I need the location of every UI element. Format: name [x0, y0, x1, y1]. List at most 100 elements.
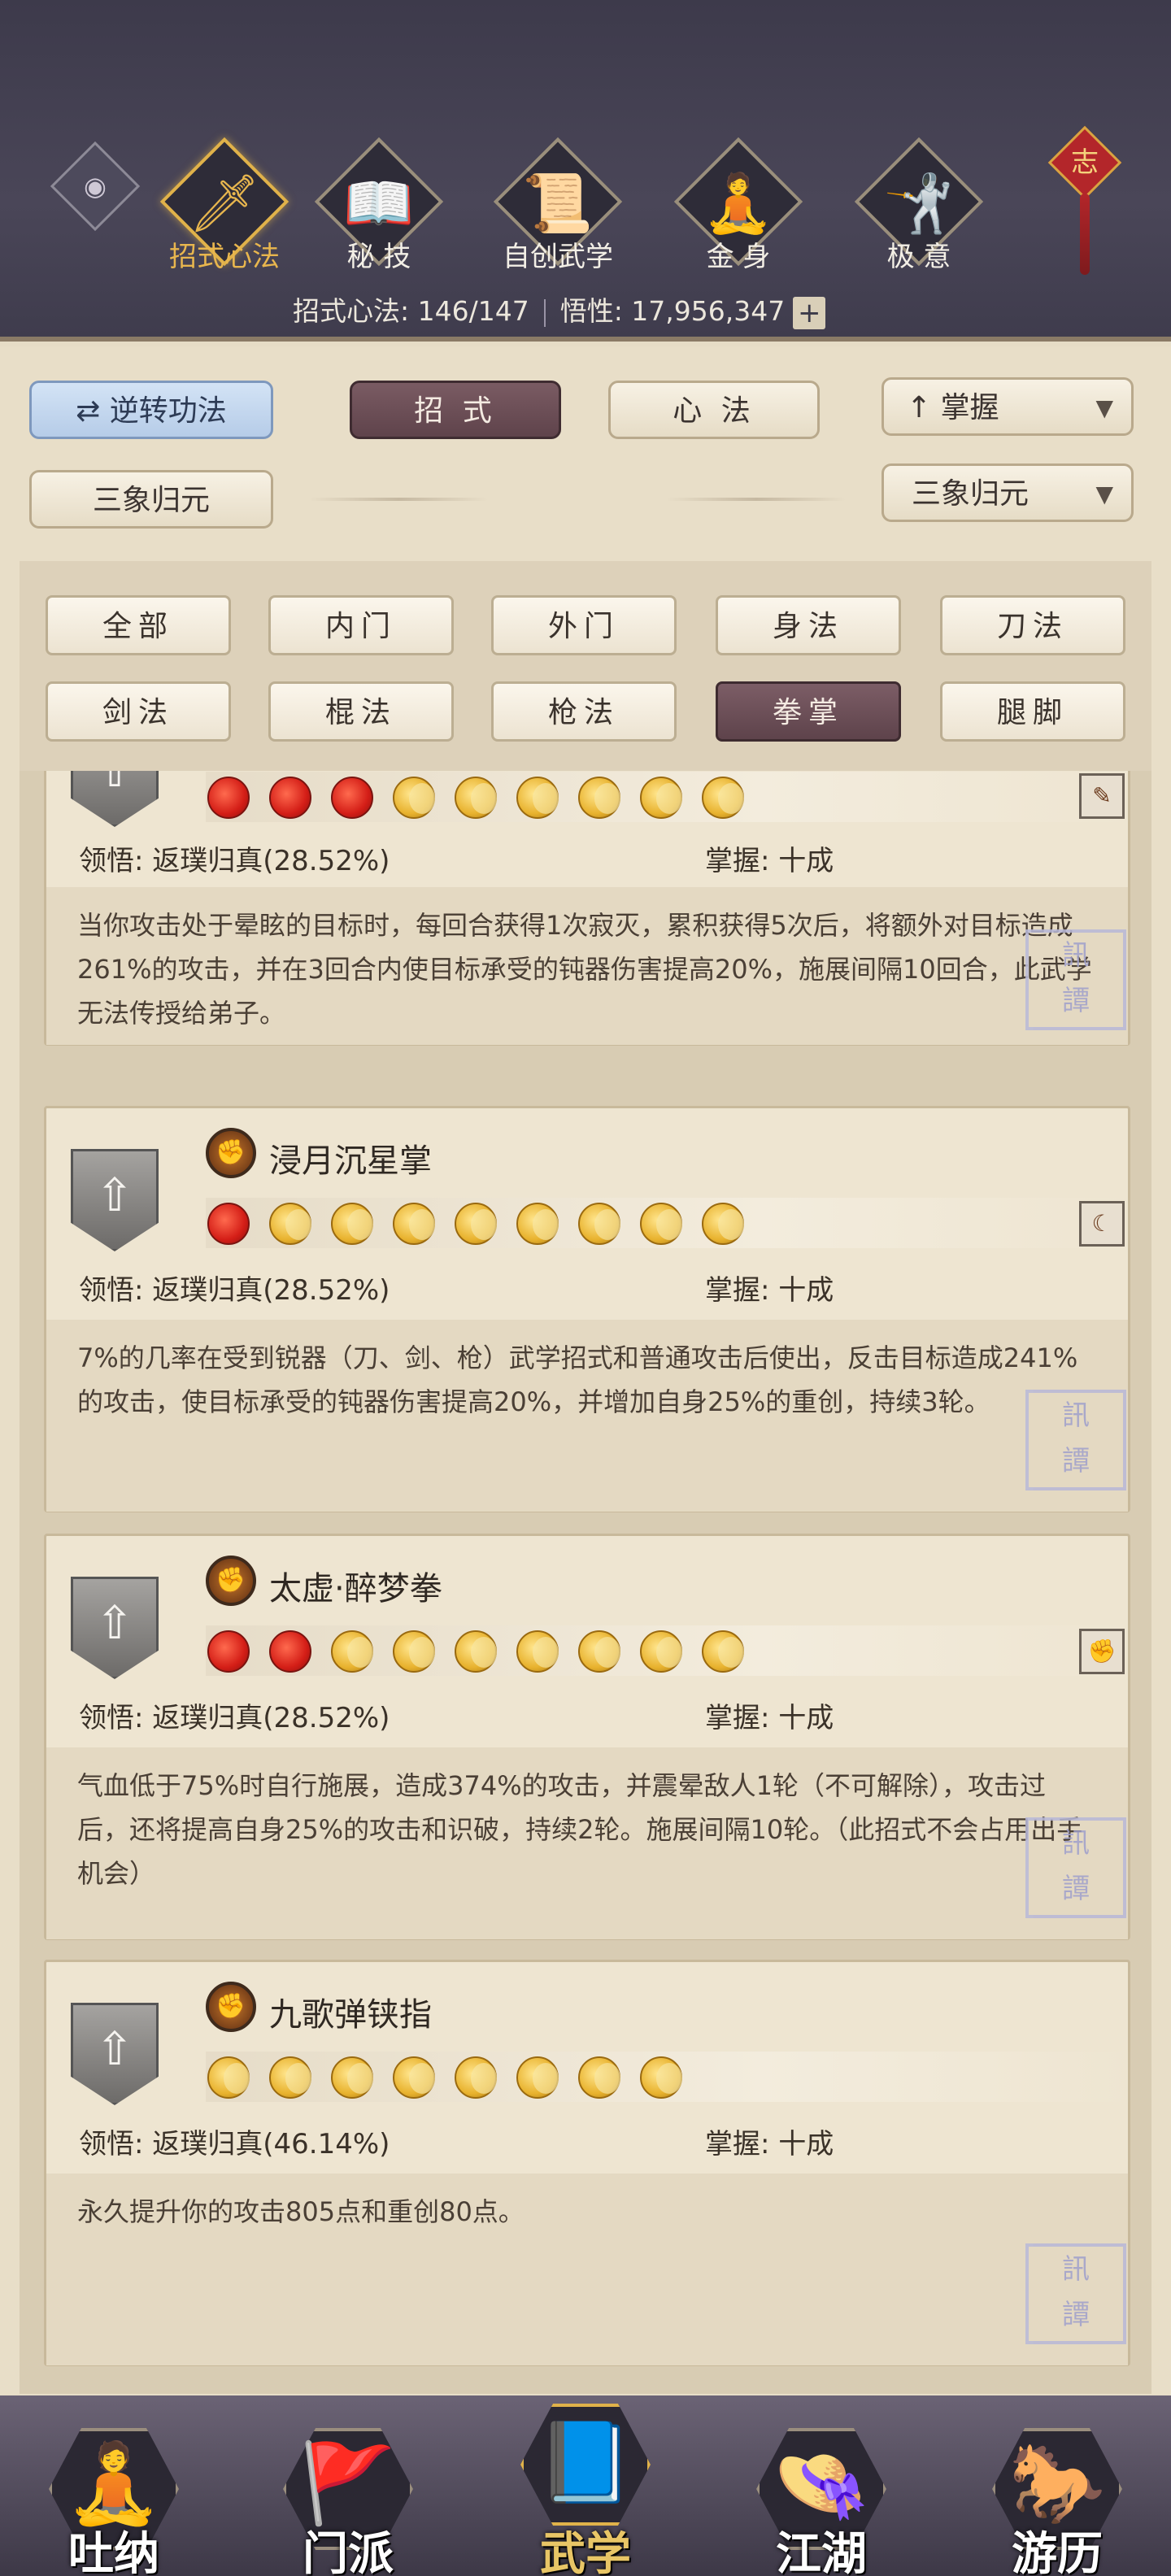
fist-icon[interactable]: ✊	[1079, 1629, 1125, 1674]
filter-staff[interactable]: 棍法	[268, 681, 454, 742]
mode-dropdown[interactable]: 三象归元 ▼	[882, 463, 1134, 522]
skill-school-icon: ✊	[206, 1982, 256, 2032]
upgrade-badge[interactable]: ⇧	[71, 1149, 159, 1251]
manual-icon: 📘	[537, 2417, 634, 2508]
reverse-technique-button[interactable]: ⇄ 逆转功法	[29, 381, 273, 439]
seal-stamp: 訊譚	[1025, 1817, 1126, 1918]
skill-card[interactable]: ⇧ ✊ 浸月沉星掌 ☾ 领悟: 返璞归真(28.52%) 掌握: 十成 7%的几…	[44, 1106, 1133, 1512]
filter-blade[interactable]: 刀法	[940, 595, 1125, 655]
add-insight-button[interactable]: +	[793, 296, 826, 329]
tab-self-created[interactable]: 📜 自创武学	[485, 122, 631, 285]
nav-label: 吐纳	[68, 2528, 159, 2576]
mastery-label: 掌握: 十成	[705, 845, 834, 877]
skill-school-icon: ✊	[206, 1128, 256, 1178]
tab-ultimate[interactable]: 🤺 极 意	[846, 122, 992, 285]
nav-label: 门派	[303, 2528, 394, 2576]
arrow-up-icon: ⇧	[95, 1597, 134, 1650]
mode-button[interactable]: 三象归元	[29, 470, 273, 529]
meditating-figure-icon: 🧘	[703, 170, 774, 237]
tab-heart-method[interactable]: 心 法	[608, 381, 820, 439]
tab-label: 金 身	[706, 241, 771, 273]
stats-bar: 招式心法: 146/147 悟性: 17,956,347 +	[293, 289, 826, 329]
filter-leg[interactable]: 腿脚	[940, 681, 1125, 742]
skill-name: 九歌弹铗指	[269, 1996, 432, 2034]
tab-golden-body[interactable]: 🧘 金 身	[665, 122, 812, 285]
visibility-toggle[interactable]: ◉	[50, 141, 141, 232]
filter-sword[interactable]: 剑法	[46, 681, 231, 742]
skill-card[interactable]: ⇧ ✊ 太虚·醉梦拳 ✊ 领悟: 返璞归真(28.52%) 掌握: 十成 气血低…	[44, 1534, 1133, 1940]
level-orbs	[206, 1198, 1133, 1248]
nav-sect[interactable]: 🚩 门派	[259, 2395, 437, 2576]
nav-label: 游历	[1012, 2528, 1103, 2576]
tab-moves[interactable]: 招 式	[350, 381, 561, 439]
arrow-up-icon: ⇧	[95, 1169, 134, 1222]
swap-icon: ⇄	[76, 394, 110, 428]
seal-stamp: 訊譚	[1025, 2243, 1126, 2344]
divider	[667, 498, 846, 501]
mastery-label: 掌握: 十成	[705, 2128, 834, 2160]
level-orbs	[206, 1625, 1133, 1676]
insight-value: 悟性: 17,956,347	[559, 295, 786, 327]
level-orbs	[206, 2052, 1133, 2102]
lucky-knot-ornament[interactable]: 志	[1047, 96, 1122, 275]
upgrade-badge[interactable]: ⇧	[71, 1577, 159, 1679]
insight-label: 领悟: 返璞归真(28.52%)	[79, 845, 390, 877]
skill-description: 7%的几率在受到锐器（刀、剑、枪）武学招式和普通攻击后使出，反击目标造成241%…	[46, 1320, 1128, 1512]
filter-fist-palm[interactable]: 拳掌	[716, 681, 901, 742]
scroll-icon: 📜	[522, 170, 594, 237]
moon-icon[interactable]: ☾	[1079, 1201, 1125, 1247]
skill-card[interactable]: ⇧ ✊ 九歌弹铗指 领悟: 返璞归真(46.14%) 掌握: 十成 永久提升你的…	[44, 1960, 1133, 2366]
divider	[309, 498, 488, 501]
filter-all[interactable]: 全部	[46, 595, 231, 655]
filter-movement[interactable]: 身法	[716, 595, 901, 655]
skill-card[interactable]: ⇧ ✎ 领悟: 返璞归真(28.52%) 掌握: 十成 当你攻击处于晕眩的目标时…	[44, 771, 1133, 1046]
filter-inner[interactable]: 内门	[268, 595, 454, 655]
tab-label: 自创武学	[503, 241, 613, 273]
feather-icon[interactable]: ✎	[1079, 773, 1125, 819]
eye-icon: ◉	[84, 171, 107, 202]
tab-label: 秘 技	[346, 241, 411, 273]
martial-pose-icon: 🤺	[883, 170, 955, 237]
knot-text: 志	[1071, 146, 1099, 179]
insight-label: 领悟: 返璞归真(28.52%)	[79, 1702, 390, 1734]
nav-label: 武学	[540, 2528, 631, 2576]
tab-label: 极 意	[886, 241, 951, 273]
upgrade-badge[interactable]: ⇧	[71, 771, 159, 827]
mastery-label: 掌握: 十成	[705, 1702, 834, 1734]
arrow-up-icon: ⇧	[95, 771, 134, 798]
skill-name: 浸月沉星掌	[269, 1142, 432, 1180]
seal-stamp: 訊譚	[1025, 929, 1126, 1030]
moves-count: 招式心法: 146/147	[293, 295, 529, 327]
skill-name: 太虚·醉梦拳	[269, 1570, 442, 1608]
sort-dropdown[interactable]: ↑ 掌握 ▼	[882, 377, 1134, 436]
skill-description: 永久提升你的攻击805点和重创80点。	[46, 2174, 1128, 2365]
filter-outer[interactable]: 外门	[491, 595, 677, 655]
filter-spear[interactable]: 枪法	[491, 681, 677, 742]
header: ◉ 🗡 招式心法 📖 秘 技 📜 自创武学 🧘 金 身 🤺 极 意 志 招式心法…	[0, 0, 1171, 342]
level-orbs	[206, 772, 1133, 822]
insight-label: 领悟: 返璞归真(46.14%)	[79, 2128, 390, 2160]
nav-label: 江湖	[776, 2528, 867, 2576]
chevron-down-icon: ▼	[1095, 394, 1113, 421]
skill-description: 当你攻击处于晕眩的目标时，每回合获得1次寂灭，累积获得5次后，将额外对目标造成2…	[46, 887, 1128, 1045]
nav-breathing[interactable]: 🧘 吐纳	[24, 2395, 203, 2576]
insight-label: 领悟: 返璞归真(28.52%)	[79, 1274, 390, 1307]
chevron-down-icon: ▼	[1095, 481, 1113, 507]
bottom-nav: 🧘 吐纳 🚩 门派 📘 武学 👒 江湖 🐎 游历	[0, 2395, 1171, 2576]
nav-jianghu[interactable]: 👒 江湖	[732, 2395, 911, 2576]
tab-moves-heart[interactable]: 🗡 招式心法	[151, 122, 298, 285]
tab-secret-skill[interactable]: 📖 秘 技	[306, 122, 452, 285]
nav-martial-arts[interactable]: 📘 武学	[496, 2395, 675, 2576]
seal-stamp: 訊譚	[1025, 1390, 1126, 1490]
book-icon: 📖	[343, 170, 415, 237]
tab-label: 招式心法	[169, 241, 280, 273]
skill-school-icon: ✊	[206, 1556, 256, 1606]
skill-list[interactable]: ⇧ ✎ 领悟: 返璞归真(28.52%) 掌握: 十成 当你攻击处于晕眩的目标时…	[20, 771, 1151, 2394]
skill-description: 气血低于75%时自行施展，造成374%的攻击，并震晕敌人1轮（不可解除），攻击过…	[46, 1747, 1128, 1939]
arrow-up-icon: ⇧	[95, 2023, 134, 2076]
nav-travel[interactable]: 🐎 游历	[968, 2395, 1147, 2576]
arrow-up-icon: ↑	[907, 391, 941, 424]
upgrade-badge[interactable]: ⇧	[71, 2003, 159, 2105]
sword-icon: 🗡	[188, 170, 261, 237]
mastery-label: 掌握: 十成	[705, 1274, 834, 1307]
